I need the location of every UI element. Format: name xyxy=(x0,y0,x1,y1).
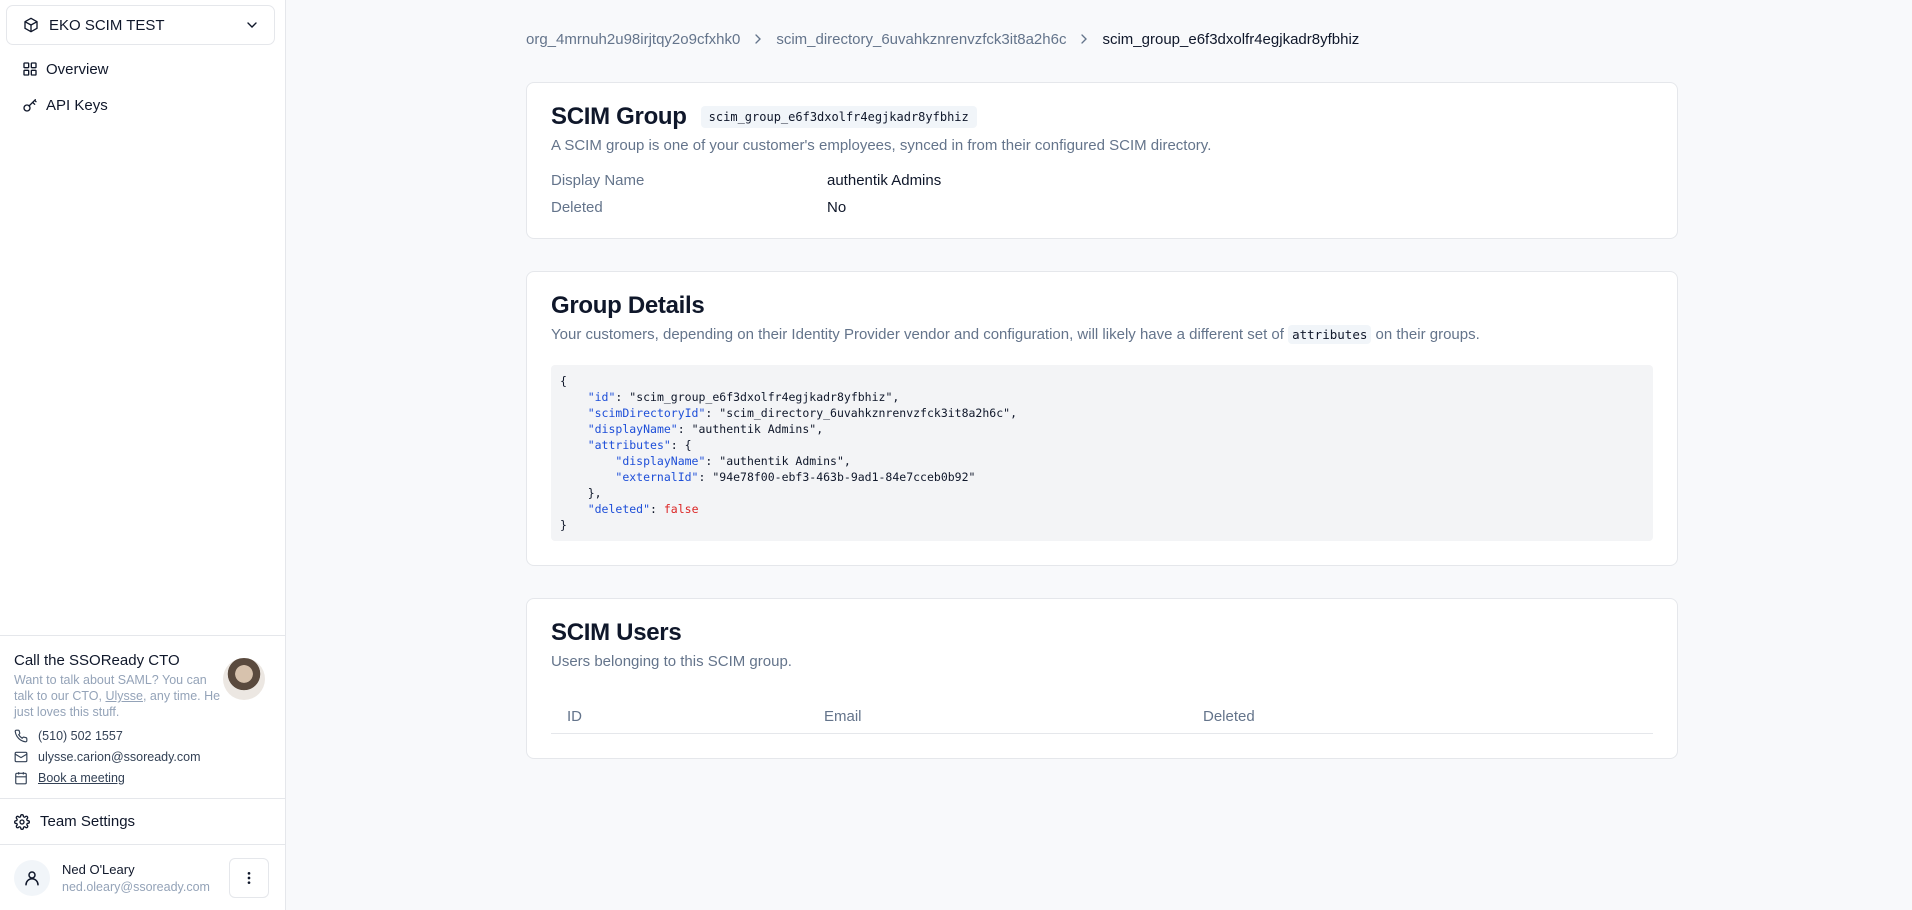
phone-row: (510) 502 1557 xyxy=(14,728,271,744)
scim-group-card: SCIM Group scim_group_e6f3dxolfr4egjkadr… xyxy=(526,82,1678,239)
deleted-value: No xyxy=(827,199,847,216)
user-profile: Ned O'Leary ned.oleary@ssoready.com xyxy=(0,844,285,910)
page-title: SCIM Group xyxy=(551,103,687,130)
scim-users-card: SCIM Users Users belonging to this SCIM … xyxy=(526,598,1678,759)
group-details-card: Group Details Your customers, depending … xyxy=(526,271,1678,566)
sidebar-item-api-keys[interactable]: API Keys xyxy=(0,87,285,123)
scim-users-description: Users belonging to this SCIM group. xyxy=(551,653,792,670)
column-header-id: ID xyxy=(567,708,582,725)
display-name-value: authentik Admins xyxy=(827,172,942,189)
group-details-description: Your customers, depending on their Ident… xyxy=(551,325,1480,344)
group-description: A SCIM group is one of your customer's e… xyxy=(551,137,1212,154)
ulysse-link[interactable]: Ulysse xyxy=(105,689,143,703)
team-settings-label: Team Settings xyxy=(40,813,136,830)
book-meeting-link[interactable]: Book a meeting xyxy=(14,770,271,786)
sidebar-item-overview[interactable]: Overview xyxy=(0,51,285,87)
chevron-down-icon xyxy=(244,17,260,33)
sidebar-nav: Overview API Keys xyxy=(0,51,285,123)
cto-description: Want to talk about SAML? You can talk to… xyxy=(14,673,221,719)
breadcrumb-org[interactable]: org_4mrnuh2u98irjtqy2o9cfxhk0 xyxy=(526,31,740,48)
group-details-title: Group Details xyxy=(551,292,705,319)
org-switcher[interactable]: EKO SCIM TEST xyxy=(6,5,275,45)
group-json: { "id": "scim_group_e6f3dxolfr4egjkadr8y… xyxy=(551,365,1653,541)
column-header-deleted: Deleted xyxy=(1203,708,1255,725)
breadcrumb-group: scim_group_e6f3dxolfr4egjkadr8yfbhiz xyxy=(1102,30,1360,48)
team-settings-link[interactable]: Team Settings xyxy=(0,798,285,844)
org-name: EKO SCIM TEST xyxy=(49,16,165,34)
users-table-header: ID Email Deleted xyxy=(551,708,1653,734)
chevron-right-icon xyxy=(750,31,766,47)
grid-icon xyxy=(22,61,38,77)
attributes-code: attributes xyxy=(1288,325,1372,344)
column-header-email: Email xyxy=(824,708,862,725)
calendar-icon xyxy=(14,771,28,785)
user-email: ned.oleary@ssoready.com xyxy=(62,879,210,894)
phone-icon xyxy=(14,729,28,743)
user-menu-button[interactable] xyxy=(229,857,269,898)
cto-avatar xyxy=(223,658,265,700)
box-icon xyxy=(23,17,39,33)
main-content: org_4mrnuh2u98irjtqy2o9cfxhk0 scim_direc… xyxy=(526,0,1678,791)
sidebar-item-label: API Keys xyxy=(46,96,108,114)
sidebar: EKO SCIM TEST Overview API Keys Call the… xyxy=(0,0,286,910)
deleted-label: Deleted xyxy=(551,199,603,216)
sidebar-item-label: Overview xyxy=(46,60,109,78)
user-icon xyxy=(14,859,50,896)
chevron-right-icon xyxy=(1076,31,1092,47)
group-properties: Display Name authentik Admins Deleted No xyxy=(551,172,1653,216)
group-id-badge: scim_group_e6f3dxolfr4egjkadr8yfbhiz xyxy=(700,106,977,128)
more-vertical-icon xyxy=(241,870,257,886)
book-meeting-label: Book a meeting xyxy=(38,771,125,785)
scim-users-title: SCIM Users xyxy=(551,619,682,646)
email-row: ulysse.carion@ssoready.com xyxy=(14,749,271,765)
user-name: Ned O'Leary xyxy=(62,861,135,877)
display-name-label: Display Name xyxy=(551,172,645,189)
cto-email: ulysse.carion@ssoready.com xyxy=(38,750,201,764)
breadcrumb: org_4mrnuh2u98irjtqy2o9cfxhk0 scim_direc… xyxy=(526,0,1678,78)
breadcrumb-directory[interactable]: scim_directory_6uvahkznrenvzfck3it8a2h6c xyxy=(776,31,1066,48)
cto-phone: (510) 502 1557 xyxy=(38,729,123,743)
gear-icon xyxy=(14,813,30,830)
key-icon xyxy=(22,97,38,113)
cto-contact-panel: Call the SSOReady CTO Want to talk about… xyxy=(0,635,285,798)
mail-icon xyxy=(14,750,28,764)
